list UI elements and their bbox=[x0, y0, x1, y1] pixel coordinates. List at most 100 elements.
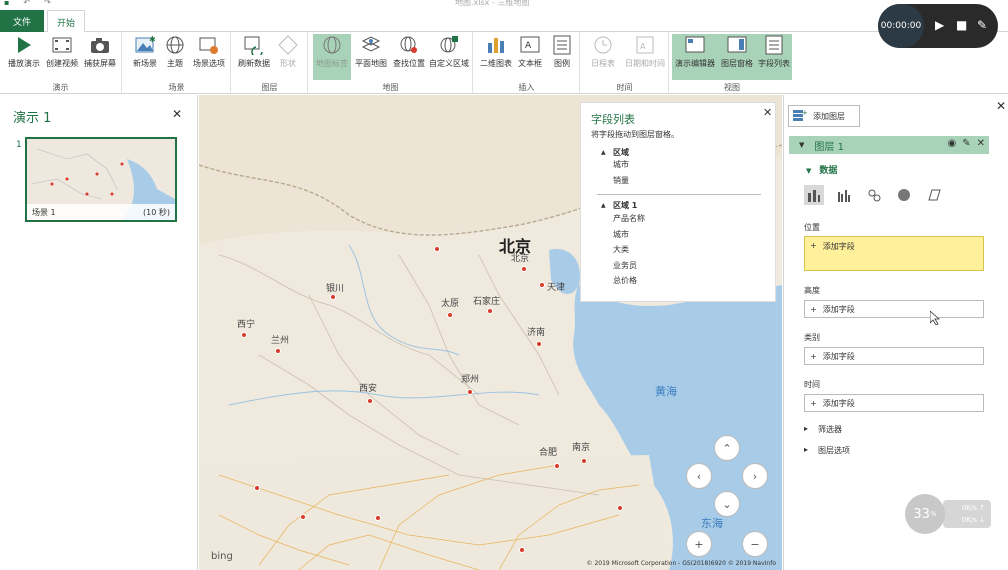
date-time-button[interactable]: A 日期和时间 bbox=[623, 34, 667, 69]
location-drop-zone[interactable]: + 添加字段 bbox=[804, 236, 984, 271]
city-marker[interactable] bbox=[521, 266, 527, 272]
field-list-button[interactable]: 字段列表 bbox=[756, 34, 792, 80]
layer-pane-icon bbox=[726, 34, 748, 56]
capture-screen-button[interactable]: 捕获屏幕 bbox=[80, 34, 120, 69]
field-item[interactable]: 大类 bbox=[613, 244, 629, 255]
field-list-title: 字段列表 bbox=[591, 113, 635, 126]
stacked-column-icon[interactable] bbox=[804, 185, 824, 205]
play-icon[interactable]: ▶ bbox=[935, 18, 944, 32]
plus-icon: + bbox=[694, 537, 704, 551]
field-list-hint: 将字段拖动到图层窗格。 bbox=[591, 130, 679, 139]
field-item[interactable]: 总价格 bbox=[613, 275, 637, 286]
stop-icon[interactable]: ■ bbox=[956, 18, 967, 32]
city-label: 兰州 bbox=[271, 336, 290, 346]
category-drop-zone[interactable]: + 添加字段 bbox=[804, 347, 984, 365]
rotate-right-button[interactable]: › bbox=[742, 463, 768, 489]
tour-editor-button[interactable]: 演示编辑器 bbox=[672, 34, 718, 80]
flat-map-button[interactable]: 平面地图 bbox=[351, 34, 391, 69]
zoom-out-button[interactable]: − bbox=[742, 531, 768, 557]
play-tour-button[interactable]: 播放演示 bbox=[4, 34, 44, 69]
city-marker[interactable] bbox=[554, 463, 560, 469]
legend-icon bbox=[551, 34, 573, 56]
timeline-button[interactable]: 日程表 bbox=[583, 34, 623, 69]
city-label: 北京 bbox=[511, 254, 530, 264]
category-label: 类别 bbox=[804, 333, 820, 342]
zoom-in-button[interactable]: + bbox=[686, 531, 712, 557]
scene-thumbnail[interactable]: 场景 1 (10 秒) bbox=[25, 137, 177, 222]
map-labels-button[interactable]: 地图标签 bbox=[313, 34, 351, 80]
city-marker[interactable] bbox=[581, 458, 587, 464]
title-bar: ▪ ↶ ↷ 地图.xlsx - 三维地图 bbox=[0, 0, 1008, 10]
field-item[interactable]: 产品名称 bbox=[613, 213, 645, 224]
network-monitor: 0K/s ↑ 0K/s ↓ 33% bbox=[905, 494, 991, 534]
custom-regions-icon bbox=[438, 34, 460, 56]
city-marker[interactable] bbox=[300, 514, 306, 520]
data-section-header[interactable]: ▼ 数据 bbox=[806, 163, 837, 176]
field-item[interactable]: 销量 bbox=[613, 175, 629, 186]
edit-icon[interactable]: ✎ bbox=[962, 138, 970, 149]
city-marker[interactable] bbox=[275, 348, 281, 354]
city-marker[interactable] bbox=[487, 308, 493, 314]
tab-file[interactable]: 文件 bbox=[0, 10, 44, 32]
city-marker[interactable] bbox=[467, 389, 473, 395]
city-marker[interactable] bbox=[375, 515, 381, 521]
layer-pane-button[interactable]: 图层窗格 bbox=[718, 34, 756, 80]
tilt-down-button[interactable]: ⌄ bbox=[714, 491, 740, 517]
region-icon[interactable] bbox=[924, 185, 944, 205]
collapse-icon[interactable]: ▲ bbox=[601, 149, 606, 156]
city-marker[interactable] bbox=[536, 341, 542, 347]
city-marker[interactable] bbox=[254, 485, 260, 491]
layer-options-section[interactable]: ▸ 图层选项 bbox=[804, 445, 850, 456]
city-marker[interactable] bbox=[519, 547, 525, 553]
bubble-icon[interactable] bbox=[864, 185, 884, 205]
tour-pane: 演示 1 ✕ 1 场景 1 (10 秒) bbox=[0, 95, 198, 570]
city-marker[interactable] bbox=[367, 398, 373, 404]
custom-regions-button[interactable]: 自定义区域 bbox=[427, 34, 471, 69]
time-drop-zone[interactable]: + 添加字段 bbox=[804, 394, 984, 412]
field-section-name[interactable]: 区域 1 bbox=[613, 200, 637, 211]
close-icon[interactable]: ✕ bbox=[172, 107, 182, 121]
svg-text:A: A bbox=[525, 41, 532, 51]
field-item[interactable]: 城市 bbox=[613, 159, 629, 170]
close-icon[interactable]: ✕ bbox=[763, 106, 772, 119]
close-icon[interactable]: ✕ bbox=[996, 99, 1006, 113]
collapse-icon: ▼ bbox=[806, 167, 812, 175]
city-marker[interactable] bbox=[617, 505, 623, 511]
field-list-icon bbox=[763, 34, 785, 56]
city-marker[interactable] bbox=[330, 294, 336, 300]
city-marker[interactable] bbox=[539, 282, 545, 288]
ribbon-group-time: 日程表 A 日期和时间 时间 bbox=[581, 32, 669, 94]
shapes-button[interactable]: 形状 bbox=[268, 34, 308, 69]
scene-options-icon bbox=[198, 34, 220, 56]
clustered-column-icon[interactable] bbox=[834, 185, 854, 205]
collapse-icon[interactable]: ▲ bbox=[601, 202, 606, 209]
pen-icon[interactable]: ✎ bbox=[977, 18, 987, 32]
field-item[interactable]: 业务员 bbox=[613, 260, 637, 271]
add-layer-button[interactable]: + 添加图层 bbox=[788, 105, 860, 127]
eye-icon[interactable]: ◉ bbox=[947, 138, 956, 149]
shapes-icon bbox=[277, 34, 299, 56]
heat-map-icon[interactable] bbox=[894, 185, 914, 205]
delete-icon[interactable]: ✕ bbox=[977, 138, 985, 149]
create-video-button[interactable]: 创建视频 bbox=[42, 34, 82, 69]
layer-header[interactable]: ▼ 图层 1 ◉ ✎ ✕ bbox=[789, 136, 989, 154]
cpu-usage: 33% bbox=[905, 494, 945, 534]
field-item[interactable]: 城市 bbox=[613, 229, 629, 240]
city-marker[interactable] bbox=[447, 312, 453, 318]
city-marker[interactable] bbox=[241, 332, 247, 338]
svg-text:A: A bbox=[640, 42, 646, 51]
height-drop-zone[interactable]: + 添加字段 bbox=[804, 300, 984, 318]
redo-icon[interactable]: ↷ bbox=[44, 0, 51, 7]
find-location-button[interactable]: 查找位置 bbox=[389, 34, 429, 69]
city-marker[interactable] bbox=[434, 246, 440, 252]
collapse-icon[interactable]: ▼ bbox=[799, 141, 804, 149]
rotate-left-button[interactable]: ‹ bbox=[686, 463, 712, 489]
tilt-up-button[interactable]: ⌃ bbox=[714, 435, 740, 461]
field-section-name[interactable]: 区域 bbox=[613, 147, 629, 158]
filters-section[interactable]: ▸ 筛选器 bbox=[804, 424, 842, 435]
tab-home[interactable]: 开始 bbox=[47, 10, 85, 33]
layer-name[interactable]: 图层 1 bbox=[814, 138, 844, 153]
legend-button[interactable]: 图例 bbox=[542, 34, 582, 69]
undo-icon[interactable]: ↶ bbox=[23, 0, 30, 7]
scene-options-button[interactable]: 场景选项 bbox=[189, 34, 229, 69]
